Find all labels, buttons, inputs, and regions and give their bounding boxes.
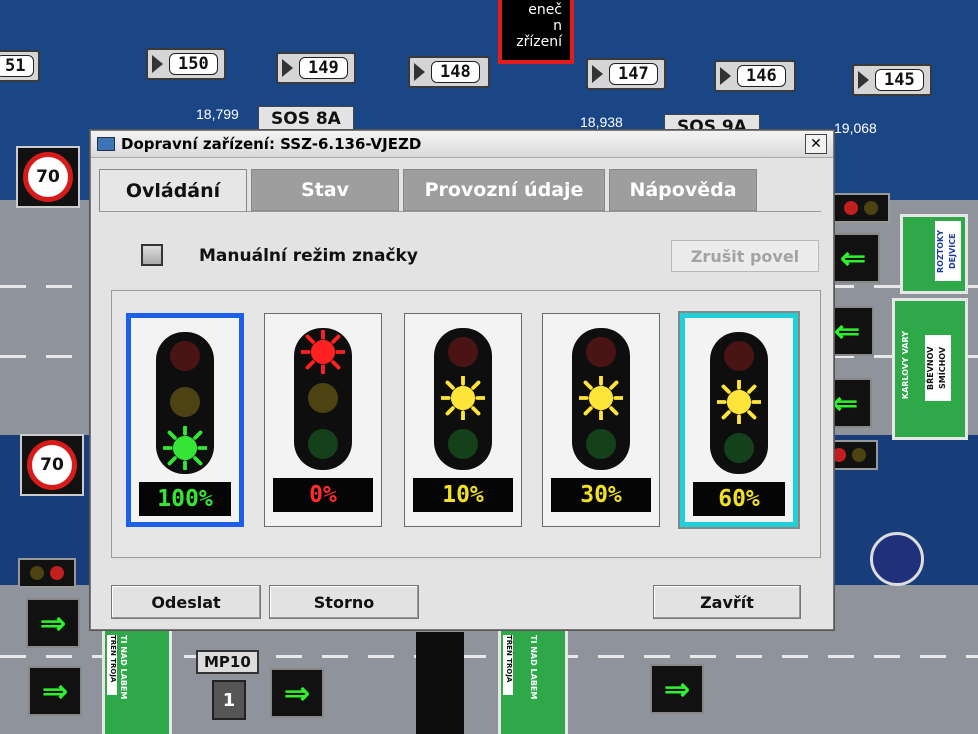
green-lamp bbox=[163, 426, 207, 470]
km-marker[interactable]: 145 bbox=[852, 64, 932, 96]
play-icon bbox=[282, 59, 293, 77]
right-arrow-sign[interactable]: ⇒ bbox=[26, 598, 80, 648]
green-lamp bbox=[586, 429, 616, 459]
km-marker[interactable]: 149 bbox=[276, 52, 356, 84]
arrow-left-icon: ⇐ bbox=[839, 239, 867, 277]
traffic-device-dialog: Dopravní zařízení: SSZ-6.136-VJEZD ✕ Ovl… bbox=[90, 130, 834, 630]
mp-label: MP10 bbox=[196, 650, 259, 674]
km-marker[interactable]: 150 bbox=[146, 48, 226, 80]
close-button[interactable]: ✕ bbox=[805, 134, 827, 154]
right-arrow-sign[interactable]: ⇒ bbox=[28, 666, 82, 716]
distance-label: 19,068 bbox=[834, 120, 877, 136]
direction-sign-troja[interactable]: TI NAD LABEM TŘEŇ TROJA bbox=[498, 626, 568, 734]
red-lamp bbox=[301, 330, 345, 374]
green-lamp bbox=[724, 433, 754, 463]
arrow-left-icon: ⇐ bbox=[833, 312, 861, 350]
red-box-text: eneč bbox=[528, 2, 562, 18]
play-icon bbox=[858, 71, 869, 89]
direction-sign-brevnov[interactable]: BŘEVNOV SMÍCHOV KARLOVY VARY bbox=[892, 298, 968, 440]
signal-option-60[interactable]: 60% bbox=[680, 313, 798, 527]
tab-bar: Ovládání Stav Provozní údaje Nápověda bbox=[99, 169, 757, 212]
right-arrow-sign[interactable]: ⇒ bbox=[270, 668, 324, 718]
counter-box: 1 bbox=[212, 680, 246, 720]
red-lamp bbox=[170, 341, 200, 371]
intensity-percent: 60% bbox=[693, 482, 785, 516]
yellow-lamp bbox=[717, 380, 761, 424]
traffic-light-icon bbox=[572, 328, 630, 470]
red-outlined-panel: eneč n zřízení bbox=[498, 0, 574, 64]
dialog-button-bar: Odeslat Storno Zavřít bbox=[91, 579, 833, 629]
speed-limit-sign[interactable]: 70 bbox=[20, 434, 84, 496]
manual-mode-label: Manuální režim značky bbox=[199, 246, 418, 266]
send-button[interactable]: Odeslat bbox=[111, 585, 261, 619]
yellow-lamp bbox=[170, 387, 200, 417]
storno-button[interactable]: Storno bbox=[269, 585, 419, 619]
window-app-icon bbox=[97, 137, 115, 151]
manual-mode-checkbox[interactable] bbox=[141, 244, 163, 266]
arrow-right-icon: ⇒ bbox=[41, 672, 69, 710]
tab-stav[interactable]: Stav bbox=[251, 169, 399, 211]
sos-label: SOS 8A bbox=[258, 106, 354, 132]
red-box-text: n bbox=[553, 18, 562, 34]
arrow-left-icon: ⇐ bbox=[831, 384, 859, 422]
green-lamp bbox=[308, 429, 338, 459]
left-arrow-sign[interactable]: ⇐ bbox=[826, 233, 880, 283]
red-box-text: zřízení bbox=[516, 34, 562, 50]
yellow-lamp bbox=[308, 383, 338, 413]
intensity-percent: 10% bbox=[413, 478, 513, 512]
intensity-percent: 100% bbox=[139, 482, 231, 516]
tab-provozni-udaje[interactable]: Provozní údaje bbox=[403, 169, 605, 211]
right-arrow-sign[interactable]: ⇒ bbox=[650, 664, 704, 714]
distance-label: 18,938 bbox=[580, 114, 623, 130]
play-icon bbox=[414, 63, 425, 81]
signal-option-10[interactable]: 10% bbox=[404, 313, 522, 527]
yellow-lamp bbox=[441, 376, 485, 420]
intensity-percent: 30% bbox=[551, 478, 651, 512]
round-sign[interactable] bbox=[870, 532, 924, 586]
arrow-right-icon: ⇒ bbox=[283, 674, 311, 712]
yellow-lamp bbox=[579, 376, 623, 420]
direction-sign-troja[interactable]: TI NAD LABEM TŘEŇ TROJA bbox=[102, 626, 172, 734]
arrow-right-icon: ⇒ bbox=[663, 670, 691, 708]
traffic-light-icon bbox=[434, 328, 492, 470]
traffic-light-icon bbox=[294, 328, 352, 470]
play-icon bbox=[720, 67, 731, 85]
traffic-light-icon bbox=[710, 332, 768, 474]
intensity-percent: 0% bbox=[273, 478, 373, 512]
red-lamp bbox=[448, 337, 478, 367]
speed-limit-sign[interactable]: 70 bbox=[16, 146, 80, 208]
close-icon: ✕ bbox=[810, 136, 822, 152]
tab-panel-ovladani: Manuální režim značky Zrušit povel 100% … bbox=[99, 211, 821, 572]
tab-napoveda[interactable]: Nápověda bbox=[609, 169, 757, 211]
signal-option-100[interactable]: 100% bbox=[126, 313, 244, 527]
tab-ovladani[interactable]: Ovládání bbox=[99, 169, 247, 212]
direction-sign-roztoky[interactable]: ROZTOKY DEJVICE bbox=[900, 214, 968, 294]
green-lamp bbox=[448, 429, 478, 459]
dialog-title: Dopravní zařízení: SSZ-6.136-VJEZD bbox=[121, 135, 422, 153]
signal-option-0[interactable]: 0% bbox=[264, 313, 382, 527]
km-marker[interactable]: 51 bbox=[0, 50, 40, 82]
play-icon bbox=[592, 65, 603, 83]
play-icon bbox=[152, 55, 163, 73]
arrow-right-icon: ⇒ bbox=[39, 604, 67, 642]
red-lamp bbox=[724, 341, 754, 371]
signal-options-group: 100% 0% 10% 30% 60% bbox=[111, 290, 821, 558]
red-lamp bbox=[586, 337, 616, 367]
distance-label: 18,799 bbox=[196, 106, 239, 122]
traffic-light-icon bbox=[156, 332, 214, 474]
dialog-titlebar[interactable]: Dopravní zařízení: SSZ-6.136-VJEZD ✕ bbox=[91, 131, 833, 158]
signal-two-light[interactable] bbox=[832, 193, 890, 223]
signal-option-30[interactable]: 30% bbox=[542, 313, 660, 527]
dark-block bbox=[416, 632, 464, 734]
close-dialog-button[interactable]: Zavřít bbox=[653, 585, 801, 619]
km-marker[interactable]: 146 bbox=[714, 60, 796, 92]
km-marker[interactable]: 148 bbox=[408, 56, 490, 88]
signal-two-light[interactable] bbox=[18, 558, 76, 588]
km-marker[interactable]: 147 bbox=[586, 58, 666, 90]
cancel-command-button[interactable]: Zrušit povel bbox=[671, 240, 819, 272]
